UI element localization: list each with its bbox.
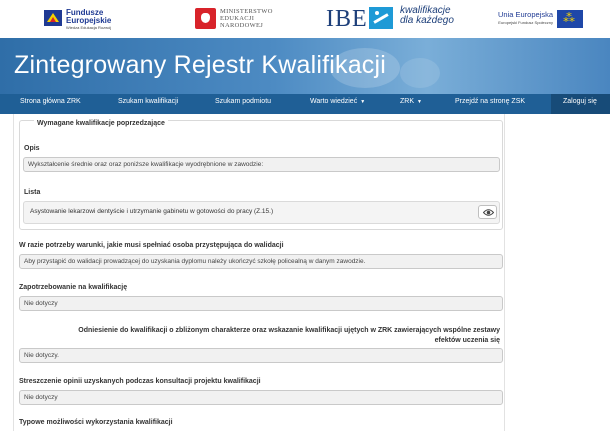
view-qualification-button[interactable] [478, 205, 497, 219]
nav-worth-knowing-label: Warto wiedzieć [310, 98, 358, 105]
nav-home[interactable]: Strona główna ZRK [20, 98, 81, 105]
fieldset-legend: Wymagane kwalifikacje poprzedzające [34, 120, 168, 127]
kwalifikacje-logo-text: kwalifikacje dla każdego [400, 5, 454, 26]
partner-logos-strip: Fundusze Europejskie Wiedza Edukacja Roz… [0, 0, 610, 38]
site-banner: Zintegrowany Rejestr Kwalifikacji [0, 38, 610, 94]
chevron-down-icon: ▼ [360, 99, 366, 105]
european-funds-logo-text: Fundusze Europejskie Wiedza Edukacja Roz… [66, 8, 112, 31]
list-label: Lista [24, 189, 41, 196]
similar-qualifications-field: Nie dotyczy. [19, 348, 503, 363]
description-field: Wykształcenie średnie oraz oraz poniższe… [23, 157, 500, 172]
nav-go-to-zsk[interactable]: Przejdź na stronę ZSK [455, 98, 525, 105]
nav-zrk-dropdown[interactable]: ZRK ▼ [400, 98, 422, 105]
chevron-down-icon: ▼ [417, 99, 422, 105]
consultation-opinions-field: Nie dotyczy [19, 390, 503, 405]
demand-label: Zapotrzebowanie na kwalifikację [19, 284, 128, 291]
main-navigation: Strona główna ZRK Szukam kwalifikacji Sz… [0, 94, 610, 114]
list-item: Asystowanie lekarzowi dentyście i utrzym… [23, 201, 500, 224]
eu-logo-text: Unia Europejska Europejski Fundusz Społe… [497, 10, 553, 26]
description-label: Opis [24, 145, 40, 152]
site-title[interactable]: Zintegrowany Rejestr Kwalifikacji [14, 51, 386, 80]
list-item-text: Asystowanie lekarzowi dentyście i utrzym… [30, 208, 274, 215]
banner-decoration [400, 58, 440, 88]
demand-field: Nie dotyczy [19, 296, 503, 311]
ibe-logo-text: IBE [326, 6, 368, 32]
nav-search-entity[interactable]: Szukam podmiotu [215, 98, 271, 105]
required-prior-qualifications-fieldset: Wymagane kwalifikacje poprzedzające Opis… [19, 120, 503, 230]
similar-qualifications-label: Odniesienie do kwalifikacji o zbliżonym … [78, 327, 500, 344]
typical-use-label: Typowe możliwości wykorzystania kwalifik… [19, 419, 173, 426]
qualification-details-panel: Wymagane kwalifikacje poprzedzające Opis… [13, 114, 505, 431]
nav-search-qualifications[interactable]: Szukam kwalifikacji [118, 98, 178, 105]
consultation-opinions-label: Streszczenie opinii uzyskanych podczas k… [19, 378, 261, 385]
login-link[interactable]: Zaloguj się [563, 98, 597, 105]
validation-conditions-label: W razie potrzeby warunki, jakie musi spe… [19, 242, 284, 249]
validation-conditions-field: Aby przystąpić do walidacji prowadzącej … [19, 254, 503, 269]
polish-eagle-emblem-icon [195, 8, 216, 29]
ibe-figure-icon [369, 7, 393, 29]
eye-icon [483, 209, 494, 216]
ministry-logo-text: MINISTERSTWO EDUKACJI NARODOWEJ [220, 8, 273, 29]
nav-zrk-label: ZRK [400, 98, 414, 105]
nav-worth-knowing-dropdown[interactable]: Warto wiedzieć ▼ [310, 98, 365, 105]
eu-flag-icon [557, 10, 583, 28]
european-funds-logo-icon [44, 10, 62, 26]
